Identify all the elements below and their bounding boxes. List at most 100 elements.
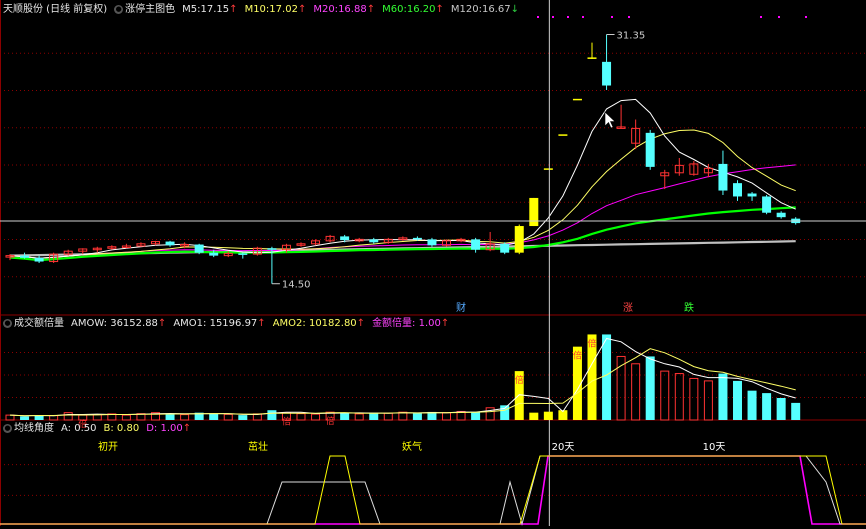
candle-body[interactable] [733,183,742,197]
volume-bar[interactable] [20,416,30,420]
volume-bar[interactable] [762,393,772,420]
volume-bar[interactable] [703,380,713,421]
candle-body[interactable] [776,212,786,218]
angle-d-line [0,455,866,525]
candle-body[interactable] [369,239,379,243]
volume-bar[interactable] [543,411,553,420]
candle-body[interactable] [34,257,44,262]
candle-body[interactable] [514,226,524,253]
candle-body[interactable] [718,163,728,191]
angle-b-line [0,455,866,525]
stock-name[interactable]: 天顺股份 (日线 前复权) [3,3,107,17]
stock-chart-window[interactable]: 31.35 14.50 财涨跌倍倍倍倍倍倍初开 茁壮 妖气 20天 10天 [0,0,866,526]
volume-bar[interactable] [500,405,510,420]
volume-bar[interactable] [49,415,59,421]
volume-bar[interactable] [165,414,175,420]
angle-toggle-icon[interactable]: ● [3,423,12,433]
volume-bar[interactable] [209,413,219,420]
volume-bar[interactable] [354,413,364,421]
volume-indicator-name[interactable]: ● 成交额倍量 [3,317,64,331]
limit-up-dot [805,16,807,18]
volume-bar[interactable] [267,410,277,420]
candle-body[interactable] [572,98,582,101]
candle-body[interactable] [427,239,437,246]
candle-body[interactable] [209,252,219,256]
volume-bar[interactable] [412,413,422,420]
volume-bar[interactable] [660,370,670,421]
angle-stage-label: 10天 [703,442,726,453]
volume-bar[interactable] [791,402,801,420]
angle-d-readout: D: 1.00↑ [146,423,192,434]
volume-bar[interactable] [529,412,539,420]
candle-body[interactable] [602,61,612,86]
angle-indicator-name[interactable]: ● 均线角度 [3,422,54,436]
amo2-line [9,348,796,417]
ma60-readout: M60:16.20↑ [382,4,444,15]
event-marker[interactable]: 涨 [623,302,633,314]
volume-bar[interactable] [180,414,190,421]
angle-stage-label: 茁壮 [248,440,268,453]
candle-body[interactable] [500,243,510,253]
volume-bar[interactable] [442,412,451,421]
volume-multiple-marker: 倍 [587,337,596,349]
ma10-readout: M10:17.02↑ [244,4,307,15]
volume-bar[interactable] [238,415,248,420]
volume-bar[interactable] [645,356,655,420]
angle-stage-label: 妖气 [402,440,422,453]
candle-body[interactable] [747,193,757,197]
volume-bar[interactable] [383,412,393,421]
indicator-name[interactable]: ● 涨停主图色 [114,3,175,17]
volume-bar[interactable] [471,412,481,420]
candle-body[interactable] [529,197,539,227]
event-marker[interactable]: 跌 [684,301,694,314]
candle-body[interactable] [645,132,655,167]
volume-bar[interactable] [296,413,306,421]
angle-stage-label: 初开 [98,440,118,453]
candle-body[interactable] [558,134,568,136]
amow-readout: AMOW: 36152.88↑ [71,318,167,329]
candle-body[interactable] [543,168,553,170]
volume-bar[interactable] [369,412,379,420]
candle-body[interactable] [267,248,277,250]
candle-body[interactable] [762,196,772,213]
candle-body[interactable] [471,239,481,250]
volume-toggle-icon[interactable]: ● [3,318,12,328]
volume-bar[interactable] [631,363,641,421]
volume-bar[interactable] [602,334,612,420]
volume-bar[interactable] [689,377,699,421]
volume-bar[interactable] [223,413,233,421]
volume-multiple-marker: 倍 [326,415,335,427]
event-marker[interactable]: 财 [456,301,466,314]
amow-line [9,337,796,417]
volume-bar[interactable] [5,414,15,421]
volume-bar[interactable] [747,390,757,420]
volume-bar[interactable] [718,373,728,420]
candle-body[interactable] [194,244,204,253]
candle-body[interactable] [238,253,248,255]
limit-up-dot [778,16,780,18]
volume-bar[interactable] [92,414,102,421]
volume-bar[interactable] [63,412,73,421]
limit-up-dot [537,16,539,18]
limit-up-dot [582,16,584,18]
candle-body[interactable] [165,241,175,246]
volume-bar[interactable] [121,414,131,421]
ma120-readout: M120:16.67↓ [450,4,519,15]
limit-up-dot [552,16,554,18]
candle-body[interactable] [587,57,597,59]
volume-panel-legend: ● 成交额倍量 AMOW: 36152.88↑ AMO1: 15196.97↑ A… [0,317,449,331]
chart-canvas[interactable]: 31.3514.50财涨跌倍倍倍倍倍倍初开 茁壮 妖气 20天 10天 [0,0,866,526]
ma5-readout: M5:17.15↑ [182,4,238,15]
volume-bar[interactable] [674,373,684,421]
angle-stage-label: 20天 [552,442,575,453]
volume-bar[interactable] [733,380,742,420]
candle-body[interactable] [20,255,30,258]
indicator-toggle-icon[interactable]: ● [114,4,124,14]
high-price-label: 31.35 [617,30,646,41]
volume-bar[interactable] [311,413,321,421]
amount-multiple-readout: 金额倍量: 1.00↑ [372,318,450,329]
candle-body[interactable] [340,236,350,241]
candle-body[interactable] [412,237,422,240]
volume-bar[interactable] [340,412,350,420]
volume-bar[interactable] [776,398,786,420]
